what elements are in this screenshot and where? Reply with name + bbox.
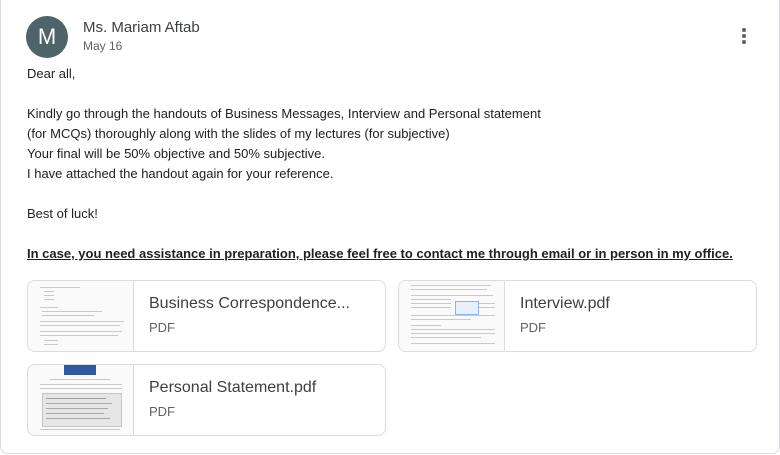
attachment-name: Business Correspondence...: [149, 295, 350, 312]
attachment-business-correspondence[interactable]: Business Correspondence... PDF: [27, 280, 386, 352]
more-vert-icon: [742, 28, 746, 44]
assistance-note: In case, you need assistance in preparat…: [27, 246, 733, 261]
message-body: Dear all, Kindly go through the handouts…: [27, 64, 747, 264]
body-line: (for MCQs) thoroughly along with the sli…: [27, 126, 450, 141]
more-options-button[interactable]: [732, 24, 756, 48]
attachment-type: PDF: [520, 320, 546, 335]
attachment-personal-statement[interactable]: Personal Statement.pdf PDF: [27, 364, 386, 436]
avatar[interactable]: M: [26, 16, 68, 58]
body-line: I have attached the handout again for yo…: [27, 166, 334, 181]
message-date: May 16: [83, 39, 123, 53]
greeting: Dear all,: [27, 66, 76, 81]
attachment-interview[interactable]: Interview.pdf PDF: [398, 280, 757, 352]
email-message-card: M Ms. Mariam Aftab May 16 Dear all, Kind…: [0, 0, 780, 454]
attachment-type: PDF: [149, 404, 175, 419]
pdf-thumbnail: [28, 281, 134, 351]
pdf-thumbnail: [28, 365, 134, 435]
body-line: Kindly go through the handouts of Busine…: [27, 106, 541, 121]
attachment-name: Interview.pdf: [520, 295, 610, 312]
attachment-type: PDF: [149, 320, 175, 335]
avatar-initial: M: [37, 24, 57, 49]
sender-name[interactable]: Ms. Mariam Aftab: [83, 19, 200, 36]
pdf-thumbnail: [399, 281, 505, 351]
closing: Best of luck!: [27, 206, 98, 221]
body-line: Your final will be 50% objective and 50%…: [27, 146, 325, 161]
attachment-name: Personal Statement.pdf: [149, 379, 317, 396]
